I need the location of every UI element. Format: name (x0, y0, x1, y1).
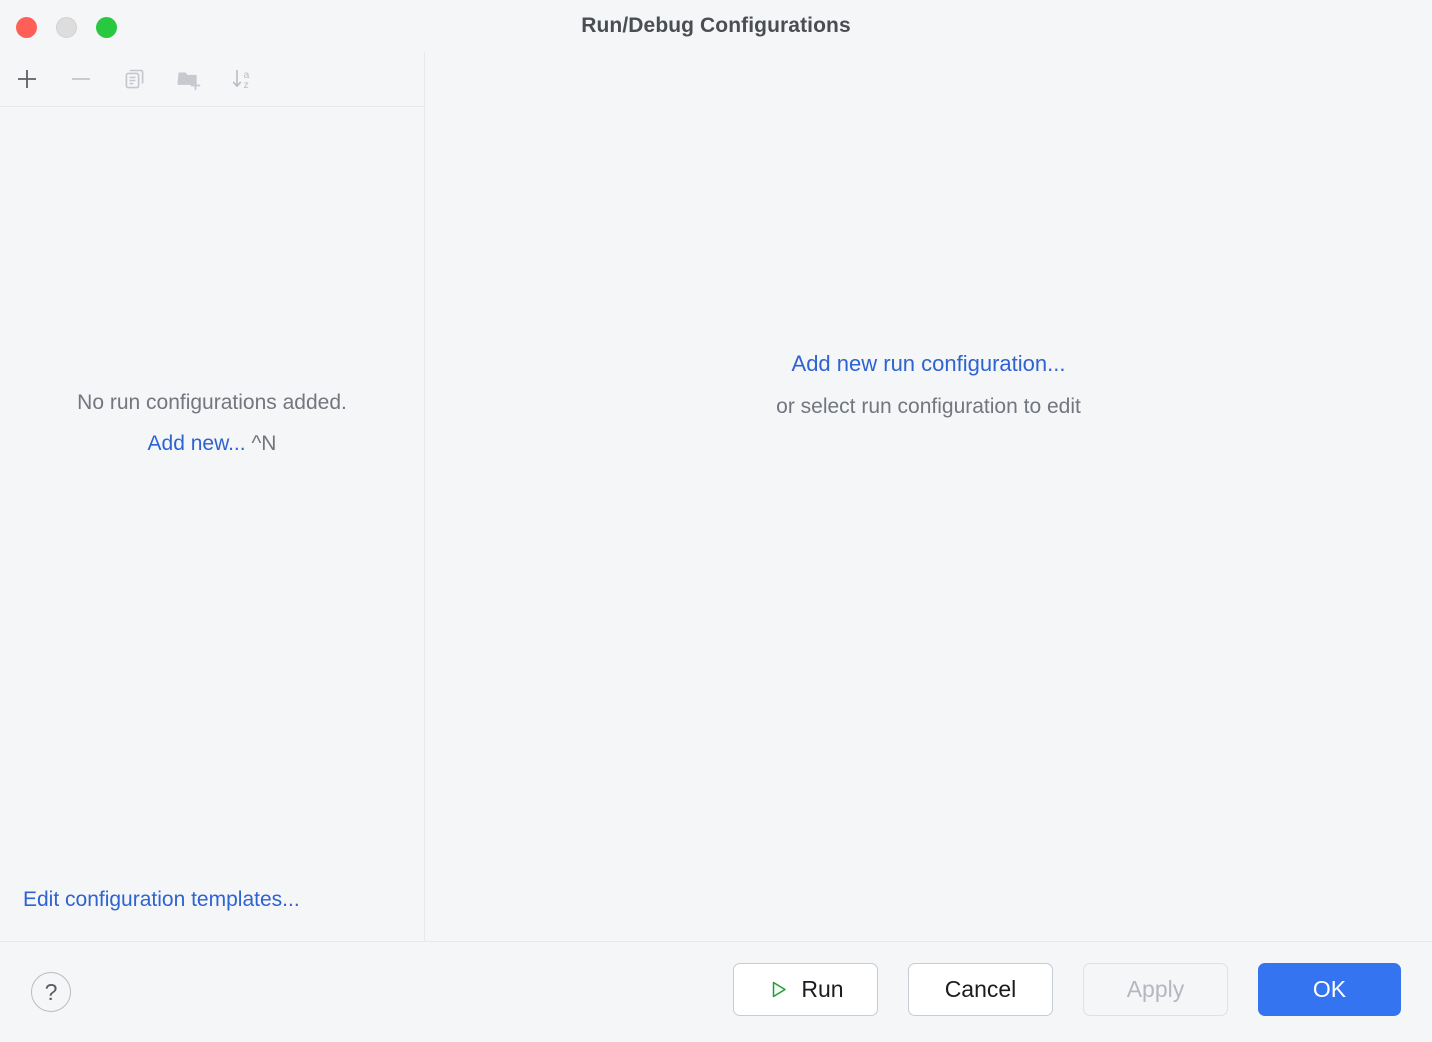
help-button[interactable]: ? (31, 972, 71, 1012)
sort-configurations-button[interactable]: a z (226, 62, 260, 96)
apply-button-label: Apply (1127, 976, 1185, 1003)
add-new-run-configuration-link[interactable]: Add new run configuration... (792, 346, 1066, 382)
dialog-button-bar: ? Run Cancel Apply OK (0, 942, 1432, 1042)
page-title: Run/Debug Configurations (0, 0, 1432, 52)
add-new-shortcut: ^N (251, 432, 276, 455)
ok-button[interactable]: OK (1258, 963, 1401, 1016)
dialog-actions: Run Cancel Apply OK (733, 963, 1401, 1016)
copy-icon (122, 66, 148, 92)
configurations-list-panel: a z No run configurations added. Add new… (0, 52, 424, 941)
ok-button-label: OK (1313, 976, 1346, 1003)
run-button[interactable]: Run (733, 963, 878, 1016)
cancel-button[interactable]: Cancel (908, 963, 1053, 1016)
new-folder-button[interactable] (172, 62, 206, 96)
new-folder-icon (175, 66, 203, 92)
configuration-editor-panel: Add new run configuration... or select r… (425, 52, 1432, 941)
plus-icon (14, 66, 40, 92)
add-new-row: Add new... ^N (0, 427, 424, 461)
play-icon (767, 978, 790, 1001)
configurations-toolbar: a z (0, 52, 424, 107)
sort-alphabetically-icon: a z (229, 66, 257, 92)
svg-text:z: z (244, 79, 249, 91)
add-configuration-button[interactable] (10, 62, 44, 96)
edit-configuration-templates-link[interactable]: Edit configuration templates... (23, 888, 300, 912)
remove-configuration-button[interactable] (64, 62, 98, 96)
copy-configuration-button[interactable] (118, 62, 152, 96)
add-new-link[interactable]: Add new... (148, 432, 246, 455)
cancel-button-label: Cancel (945, 976, 1017, 1003)
minus-icon (68, 66, 94, 92)
title-bar: Run/Debug Configurations (0, 0, 1432, 52)
editor-empty-state: Add new run configuration... or select r… (425, 346, 1432, 424)
apply-button[interactable]: Apply (1083, 963, 1228, 1016)
run-button-label: Run (801, 976, 843, 1003)
empty-state-text: No run configurations added. (0, 386, 424, 420)
empty-configurations-message: No run configurations added. Add new... … (0, 386, 424, 461)
editor-hint-text: or select run configuration to edit (425, 390, 1432, 424)
run-debug-configurations-dialog: Run/Debug Configurations (0, 0, 1432, 1042)
